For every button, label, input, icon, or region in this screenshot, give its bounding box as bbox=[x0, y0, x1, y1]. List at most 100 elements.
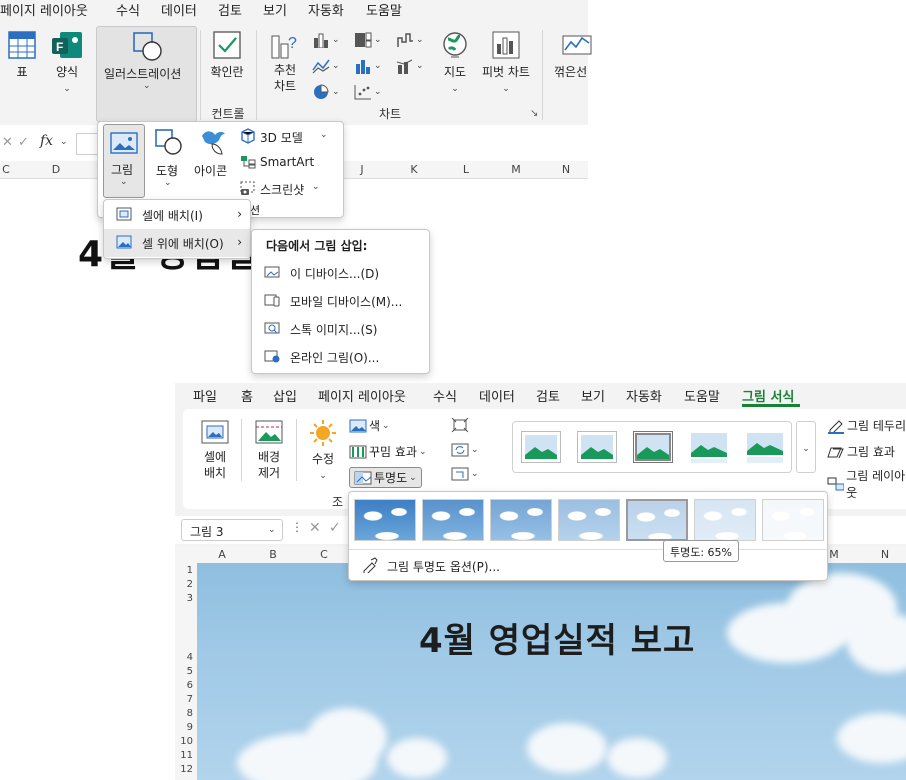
column-chart-button[interactable]: ⌄ bbox=[312, 32, 340, 48]
scatter-chart-button[interactable]: ⌄ bbox=[354, 84, 382, 100]
transparency-option-15[interactable] bbox=[422, 499, 484, 541]
waterfall-chart-button[interactable]: ⌄ bbox=[396, 32, 424, 48]
compress-pictures-icon[interactable] bbox=[451, 417, 469, 433]
tab-automate[interactable]: 자동화 bbox=[626, 386, 662, 405]
enter-icon[interactable]: ✓ bbox=[329, 520, 341, 536]
reset-picture-button[interactable]: ⌄ bbox=[451, 467, 479, 481]
pivot-chart-button[interactable]: 피벗 차트 ⌄ bbox=[478, 30, 534, 94]
transparency-option-0[interactable] bbox=[354, 499, 416, 541]
row-header[interactable]: 9 bbox=[175, 722, 193, 733]
transparency-option-30[interactable] bbox=[490, 499, 552, 541]
row-header[interactable]: 2 bbox=[175, 579, 193, 590]
transparency-button[interactable]: 투명도 ⌄ bbox=[349, 467, 422, 488]
tab-automate[interactable]: 자동화 bbox=[308, 0, 344, 19]
row-header[interactable]: 11 bbox=[175, 750, 193, 761]
tab-formulas[interactable]: 수식 bbox=[116, 0, 140, 19]
checkbox-button[interactable]: 확인란 bbox=[205, 30, 249, 80]
row-header[interactable]: 12 bbox=[175, 764, 193, 775]
transparency-options-item[interactable]: 그림 투명도 옵션(P)... bbox=[359, 556, 659, 576]
change-picture-button[interactable]: ⌄ bbox=[451, 443, 479, 457]
column-header[interactable]: B bbox=[263, 548, 283, 561]
row-header[interactable]: 1 bbox=[175, 565, 193, 576]
online-pictures-item[interactable]: 온라인 그림(O)... bbox=[252, 343, 429, 371]
row-header[interactable]: 6 bbox=[175, 680, 193, 691]
column-header[interactable]: N bbox=[556, 163, 576, 176]
cancel-icon[interactable]: ✕ bbox=[309, 520, 321, 536]
more-options-icon[interactable]: ⋮ bbox=[291, 520, 303, 534]
mobile-device-item[interactable]: 모바일 디바이스(M)... bbox=[252, 287, 429, 315]
tab-help[interactable]: 도움말 bbox=[684, 386, 720, 405]
place-in-cell-button[interactable]: 셀에 배치 bbox=[195, 419, 235, 481]
tab-view[interactable]: 보기 bbox=[263, 0, 287, 19]
row-header[interactable]: 7 bbox=[175, 694, 193, 705]
cancel-icon[interactable]: ✕ bbox=[2, 135, 13, 150]
transparency-option-80[interactable] bbox=[694, 499, 756, 541]
tab-review[interactable]: 검토 bbox=[536, 386, 560, 405]
picture-style-thumb[interactable] bbox=[745, 431, 785, 463]
formula-input[interactable] bbox=[76, 133, 98, 155]
tab-insert[interactable]: 삽입 bbox=[273, 386, 297, 405]
icons-button[interactable]: 아이콘 bbox=[194, 126, 234, 186]
column-header[interactable]: K bbox=[404, 163, 424, 176]
picture-button[interactable]: 그림 ⌄ bbox=[103, 124, 145, 198]
corrections-button[interactable]: 수정 ⌄ bbox=[305, 419, 341, 481]
column-header[interactable]: N bbox=[875, 548, 895, 561]
tab-home[interactable]: 홈 bbox=[241, 386, 253, 405]
dialog-launcher-icon[interactable]: ↘ bbox=[530, 108, 538, 119]
combo-chart-button[interactable]: ⌄ bbox=[396, 58, 424, 74]
tab-file[interactable]: 파일 bbox=[193, 386, 217, 405]
screenshot-button[interactable]: 스크린샷 ⌄ bbox=[238, 178, 342, 200]
color-button[interactable]: 색 ⌄ bbox=[349, 417, 390, 434]
tab-view[interactable]: 보기 bbox=[581, 386, 605, 405]
column-header[interactable]: J bbox=[352, 163, 372, 176]
row-header[interactable]: 8 bbox=[175, 708, 193, 719]
picture-border-button[interactable]: 그림 테두리 bbox=[827, 417, 906, 434]
row-header[interactable]: 3 bbox=[175, 593, 193, 604]
picture-style-thumb[interactable] bbox=[633, 431, 673, 463]
chevron-down-icon[interactable]: ⌄ bbox=[60, 137, 68, 147]
tab-picture-format[interactable]: 그림 서식 bbox=[742, 386, 794, 405]
sparkline-line-button[interactable]: 꺾은선 bbox=[550, 30, 592, 80]
this-device-item[interactable]: 이 디바이스...(D) bbox=[252, 259, 429, 287]
artistic-effects-button[interactable]: 꾸밈 효과 ⌄ bbox=[349, 443, 427, 460]
picture-style-thumb[interactable] bbox=[689, 431, 729, 463]
enter-icon[interactable]: ✓ bbox=[18, 135, 29, 150]
picture-effects-button[interactable]: 그림 효과 bbox=[827, 443, 895, 460]
tab-data[interactable]: 데이터 bbox=[161, 0, 197, 19]
sky-picture[interactable]: 4월 영업실적 보고 bbox=[197, 563, 906, 780]
place-in-cell-item[interactable]: 셀에 배치(I) › bbox=[104, 201, 250, 229]
transparency-option-65[interactable] bbox=[626, 499, 688, 541]
tab-page-layout[interactable]: 페이지 레이아웃 bbox=[318, 386, 406, 405]
remove-background-button[interactable]: 배경 제거 bbox=[249, 419, 289, 481]
column-header[interactable]: L bbox=[456, 163, 476, 176]
pie-chart-button[interactable]: ⌄ bbox=[312, 84, 340, 100]
column-header[interactable]: M bbox=[506, 163, 526, 176]
maps-button[interactable]: 지도 ⌄ bbox=[438, 30, 472, 94]
picture-layout-button[interactable]: 그림 레이아웃 bbox=[827, 467, 906, 501]
tab-review[interactable]: 검토 bbox=[218, 0, 242, 19]
hierarchy-chart-button[interactable]: ⌄ bbox=[354, 32, 382, 48]
recommended-charts-button[interactable]: ? 추천 차트 bbox=[264, 30, 306, 94]
statistic-chart-button[interactable]: ⌄ bbox=[354, 58, 382, 74]
column-header[interactable]: C bbox=[0, 163, 16, 176]
illustrations-button[interactable]: 일러스트레이션 ⌄ bbox=[96, 26, 197, 122]
line-chart-button[interactable]: ⌄ bbox=[312, 58, 340, 74]
smartart-button[interactable]: SmartArt bbox=[238, 152, 342, 174]
forms-button[interactable]: F 양식 ⌄ bbox=[48, 30, 86, 94]
name-box[interactable]: 그림 3 ⌄ bbox=[181, 519, 283, 541]
tab-help[interactable]: 도움말 bbox=[366, 0, 402, 19]
place-over-cells-item[interactable]: 셀 위에 배치(O) › bbox=[104, 229, 250, 257]
tab-page-layout[interactable]: 페이지 레이아웃 bbox=[0, 0, 88, 19]
picture-style-thumb[interactable] bbox=[521, 431, 561, 463]
3d-models-button[interactable]: 3D 모델 ⌄ bbox=[238, 126, 342, 148]
row-header[interactable]: 5 bbox=[175, 666, 193, 677]
column-header[interactable]: C bbox=[314, 548, 334, 561]
tab-formulas[interactable]: 수식 bbox=[433, 386, 457, 405]
picture-style-thumb[interactable] bbox=[577, 431, 617, 463]
tab-data[interactable]: 데이터 bbox=[479, 386, 515, 405]
column-header[interactable]: A bbox=[212, 548, 232, 561]
transparency-option-50[interactable] bbox=[558, 499, 620, 541]
transparency-option-95[interactable] bbox=[762, 499, 824, 541]
table-button[interactable]: 표 bbox=[4, 30, 40, 80]
row-header[interactable]: 10 bbox=[175, 736, 193, 747]
